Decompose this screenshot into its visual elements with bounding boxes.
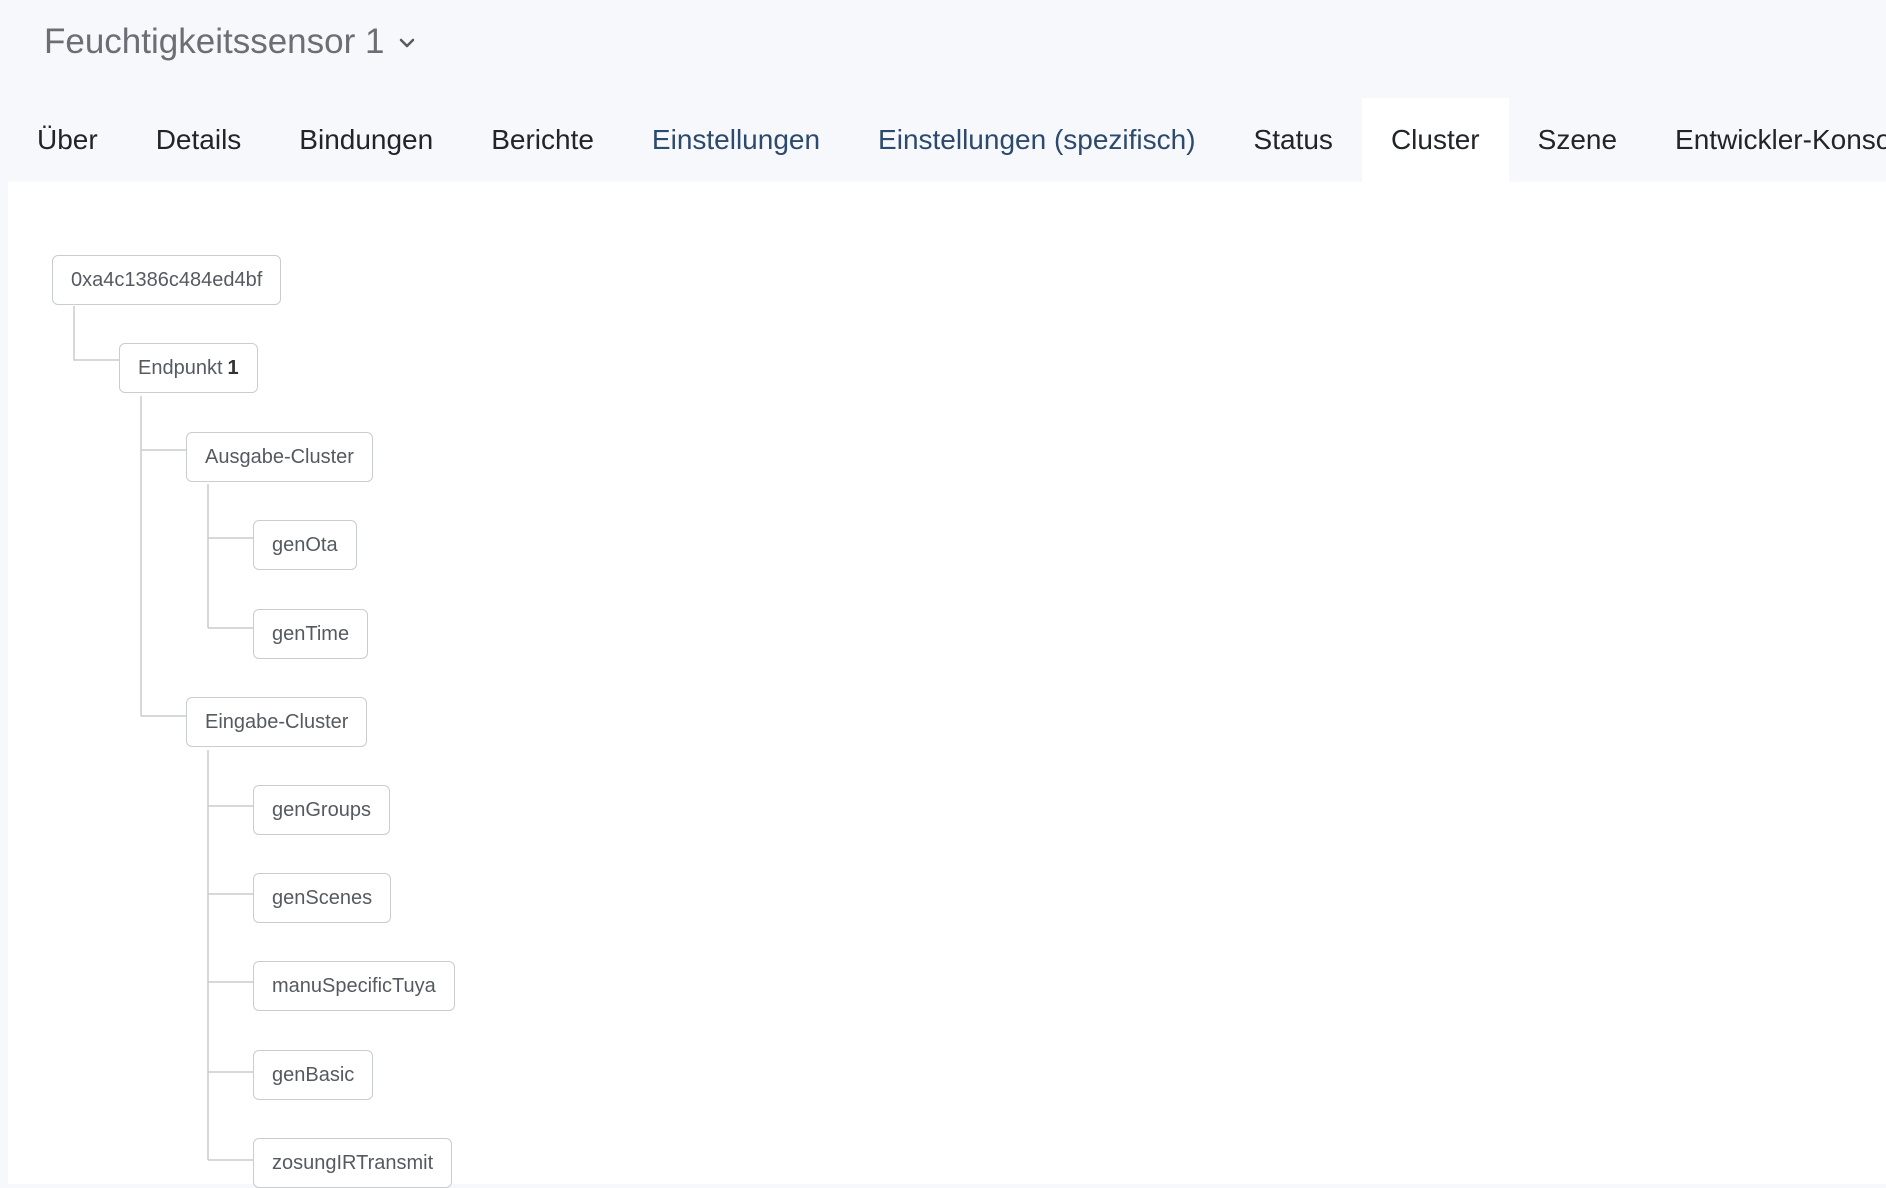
tab-einstellungen-spezifisch[interactable]: Einstellungen (spezifisch) xyxy=(849,98,1225,182)
tree-node-device[interactable]: 0xa4c1386c484ed4bf xyxy=(52,255,282,305)
tab-cluster[interactable]: Cluster xyxy=(1361,98,1509,182)
cluster-name: genTime xyxy=(272,622,350,645)
tab-szene[interactable]: Szene xyxy=(1509,98,1646,182)
tab-einstellungen[interactable]: Einstellungen xyxy=(623,98,849,182)
endpoint-id: 1 xyxy=(227,356,239,379)
cluster-node[interactable]: zosungIRTransmit xyxy=(253,1138,453,1188)
cluster-node[interactable]: genScenes xyxy=(253,873,392,923)
cluster-tree: 0xa4c1386c484ed4bf Endpunkt 1 Ausgabe-Cl… xyxy=(8,182,1886,1188)
tab-details[interactable]: Details xyxy=(127,98,271,182)
cluster-node[interactable]: genOta xyxy=(253,520,357,570)
cluster-node[interactable]: genGroups xyxy=(253,785,390,835)
tab-berichte[interactable]: Berichte xyxy=(462,98,623,182)
device-ieee-address: 0xa4c1386c484ed4bf xyxy=(71,268,263,291)
tab-bindungen[interactable]: Bindungen xyxy=(270,98,462,182)
cluster-name: genBasic xyxy=(272,1063,355,1086)
endpoint-label: Endpunkt xyxy=(138,356,223,379)
output-cluster-label: Ausgabe-Cluster xyxy=(205,445,354,468)
tree-node-input-clusters[interactable]: Eingabe-Cluster xyxy=(186,697,368,747)
tab-ueber[interactable]: Über xyxy=(8,98,127,182)
cluster-name: genOta xyxy=(272,533,338,556)
chevron-down-icon xyxy=(400,38,415,48)
cluster-name: genGroups xyxy=(272,798,371,821)
tree-connectors xyxy=(73,306,253,1161)
cluster-panel: 0xa4c1386c484ed4bf Endpunkt 1 Ausgabe-Cl… xyxy=(8,182,1886,1188)
input-cluster-label: Eingabe-Cluster xyxy=(205,710,349,733)
cluster-name: zosungIRTransmit xyxy=(272,1151,434,1174)
tab-entwickler-konsole[interactable]: Entwickler-Konsole xyxy=(1646,98,1886,182)
tab-status[interactable]: Status xyxy=(1225,98,1362,182)
device-tabs: Über Details Bindungen Berichte Einstell… xyxy=(8,98,1886,182)
cluster-name: genScenes xyxy=(272,886,373,909)
device-title: Feuchtigkeitssensor 1 xyxy=(44,22,385,61)
tree-node-endpoint[interactable]: Endpunkt 1 xyxy=(119,343,258,393)
cluster-node[interactable]: genTime xyxy=(253,609,369,659)
device-selector[interactable]: Feuchtigkeitssensor 1 xyxy=(44,22,416,62)
tree-node-output-clusters[interactable]: Ausgabe-Cluster xyxy=(186,432,373,482)
cluster-node[interactable]: genBasic xyxy=(253,1050,374,1100)
device-header: Feuchtigkeitssensor 1 xyxy=(0,0,1886,98)
cluster-node[interactable]: manuSpecificTuya xyxy=(253,961,455,1011)
cluster-name: manuSpecificTuya xyxy=(272,974,436,997)
